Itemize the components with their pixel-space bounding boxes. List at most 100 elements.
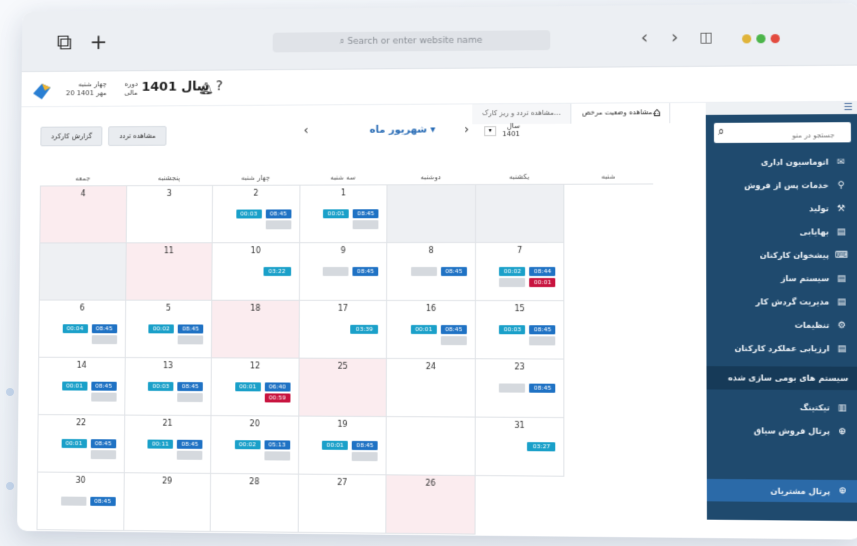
minimize-dot[interactable]: [742, 34, 752, 44]
sidebar-item[interactable]: تنظیمات ⚙: [706, 313, 857, 337]
close-dot[interactable]: [770, 34, 780, 44]
calendar-day[interactable]: [387, 185, 476, 244]
time-pill[interactable]: [90, 450, 116, 460]
calendar-day[interactable]: 29: [123, 473, 212, 532]
calendar-day[interactable]: 27: [298, 474, 387, 534]
time-pill[interactable]: 00:01: [323, 209, 349, 219]
calendar-day[interactable]: 25: [298, 358, 388, 418]
sidebar-item[interactable]: مدیریت گردش کار ▤: [706, 290, 857, 314]
time-pill[interactable]: 00:01: [61, 381, 88, 391]
calendar-day[interactable]: 5 00:02 08:45: [125, 300, 213, 359]
next-month-icon[interactable]: ›: [464, 122, 469, 136]
month-selector[interactable]: شهریور ماه ▾: [304, 124, 503, 136]
time-pill[interactable]: [90, 392, 117, 402]
time-pill[interactable]: 08:44: [529, 266, 556, 277]
tabs-overview-icon[interactable]: ⧉: [57, 31, 72, 56]
calendar-day[interactable]: 11: [125, 243, 213, 301]
address-bar[interactable]: ⌕ Search or enter website name: [272, 30, 551, 53]
sidebar-item[interactable]: اتوماسیون اداری ✉: [706, 150, 857, 174]
calendar-day[interactable]: 12 00:01 06:40 00:59: [211, 358, 300, 417]
time-pill[interactable]: 00:01: [529, 278, 556, 288]
time-pill[interactable]: [322, 267, 349, 276]
new-tab-icon[interactable]: +: [90, 30, 108, 55]
time-pill[interactable]: [60, 496, 87, 506]
time-pill[interactable]: [499, 383, 526, 393]
time-pill[interactable]: [91, 335, 117, 345]
sidebar-item[interactable]: خدمات پس از فروش ⚲: [706, 174, 857, 198]
calendar-day[interactable]: 2 00:03 08:45: [212, 185, 301, 244]
time-pill[interactable]: 08:45: [90, 439, 116, 449]
time-pill[interactable]: 03:27: [527, 442, 556, 452]
time-pill[interactable]: [176, 450, 203, 460]
time-pill[interactable]: 00:01: [410, 324, 437, 335]
time-pill[interactable]: 08:45: [177, 324, 204, 334]
calendar-day[interactable]: 31 03:27: [475, 417, 565, 477]
calendar-day[interactable]: 30 08:45: [37, 472, 125, 532]
time-pill[interactable]: 00:59: [264, 393, 291, 403]
menu-search[interactable]: ⌕: [713, 122, 851, 147]
calendar-day[interactable]: 1 00:01 08:45: [299, 185, 388, 244]
time-pill[interactable]: 00:03: [148, 381, 174, 391]
sidebar-item[interactable]: تولید ⚒: [706, 197, 857, 221]
year-dropdown[interactable]: ▾: [484, 126, 497, 137]
time-pill[interactable]: 00:04: [62, 324, 88, 334]
time-pill[interactable]: 00:03: [499, 325, 526, 335]
time-pill[interactable]: 08:45: [440, 325, 467, 335]
sidebar-item[interactable]: سیستم های بومی سازی شده: [706, 366, 857, 391]
sidebar-item[interactable]: بهایابی ▤: [706, 220, 857, 243]
time-pill[interactable]: 08:45: [177, 382, 203, 392]
calendar-day[interactable]: 8 08:45: [387, 242, 476, 302]
sidebar-item[interactable]: تیکتینگ ▥: [707, 396, 857, 420]
time-pill[interactable]: [499, 278, 526, 288]
calendar-day[interactable]: [39, 243, 127, 301]
calendar-day[interactable]: 20 00:02 05:13: [211, 416, 299, 475]
calendar-day[interactable]: 6 00:04 08:45: [39, 300, 126, 359]
time-pill[interactable]: 08:45: [352, 209, 379, 219]
calendar-day[interactable]: 18: [211, 300, 300, 359]
help-icon[interactable]: ?: [216, 78, 223, 94]
time-pill[interactable]: 03:39: [350, 324, 379, 334]
time-pill[interactable]: 08:45: [351, 440, 378, 451]
time-pill[interactable]: [264, 451, 290, 461]
time-pill[interactable]: 03:22: [263, 267, 291, 276]
forward-icon[interactable]: ›: [671, 27, 678, 48]
back-icon[interactable]: ‹: [641, 27, 648, 48]
time-pill[interactable]: 08:45: [529, 383, 556, 393]
time-pill[interactable]: 08:45: [91, 324, 117, 334]
sidebar-item[interactable]: سیستم ساز ▤: [706, 267, 857, 290]
calendar-day[interactable]: 23 08:45: [475, 359, 565, 419]
time-pill[interactable]: 00:02: [148, 324, 174, 334]
time-pill[interactable]: [177, 335, 204, 345]
sidebar-item[interactable]: پیشخوان کارکنان ⌨: [706, 244, 857, 267]
time-pill[interactable]: 06:40: [264, 382, 291, 392]
calendar-day[interactable]: 22 00:01 08:45: [38, 415, 125, 474]
time-pill[interactable]: [265, 220, 292, 230]
work-report-button[interactable]: گزارش کارکرد: [40, 126, 103, 147]
time-pill[interactable]: 08:45: [529, 325, 556, 335]
time-pill[interactable]: 00:01: [234, 382, 261, 392]
calendar-day[interactable]: 7 00:02 08:44 00:01: [475, 242, 565, 302]
time-pill[interactable]: 00:01: [61, 438, 87, 449]
time-pill[interactable]: 00:11: [147, 439, 174, 449]
maximize-dot[interactable]: [756, 34, 766, 44]
calendar-day[interactable]: 13 00:03 08:45: [124, 358, 212, 417]
calendar-day[interactable]: 17 03:39: [299, 300, 388, 359]
view-traffic-button[interactable]: مشاهده تردد: [108, 126, 167, 146]
time-pill[interactable]: 05:13: [264, 440, 290, 450]
sidebar-item-customer-portal[interactable]: پرتال مشتریان ⊕: [706, 478, 857, 503]
calendar-day[interactable]: 26: [386, 475, 476, 535]
time-pill[interactable]: 08:45: [176, 439, 203, 449]
calendar-day[interactable]: [386, 417, 476, 477]
time-pill[interactable]: [177, 392, 203, 403]
calendar-day[interactable]: 24: [386, 358, 476, 418]
time-pill[interactable]: 08:45: [89, 496, 116, 507]
menu-search-input[interactable]: [713, 125, 851, 147]
time-pill[interactable]: [352, 220, 379, 230]
sidebar-item[interactable]: پرتال فروش سیاق ⊕: [707, 419, 857, 443]
year-selector[interactable]: سال 1401: [502, 122, 520, 138]
time-pill[interactable]: [440, 336, 467, 346]
time-pill[interactable]: [351, 451, 378, 462]
calendar-day[interactable]: 9 08:45: [299, 243, 388, 301]
time-pill[interactable]: 08:45: [90, 381, 117, 391]
bell-icon[interactable]: 🔔︎: [198, 81, 213, 95]
